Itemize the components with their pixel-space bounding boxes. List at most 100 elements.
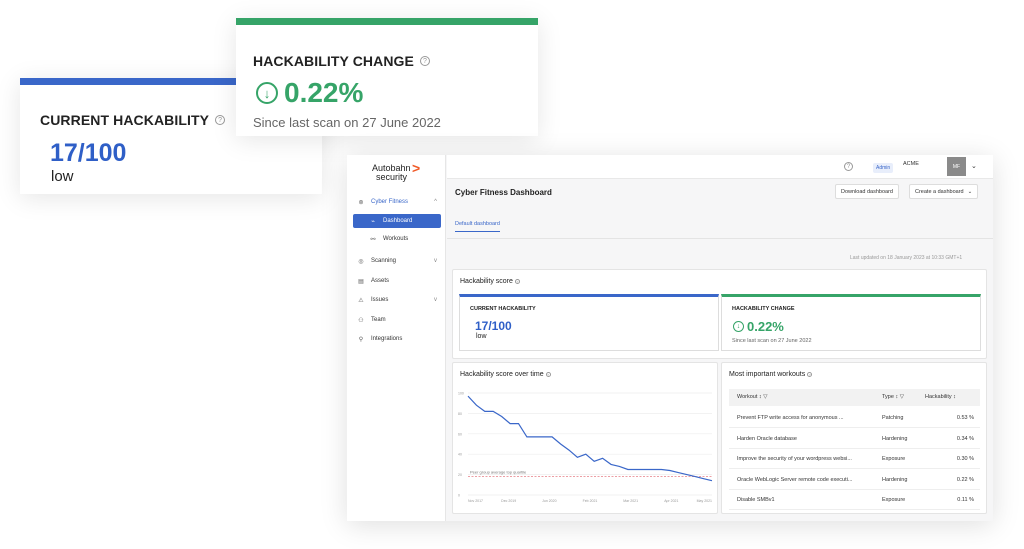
type-cell: Hardening <box>882 476 908 483</box>
hackability-score-title: Hackability score ? <box>460 278 520 285</box>
workout-cell: Disable SMBv1 <box>737 497 775 503</box>
table-row[interactable]: Disable SMBv1 Exposure 0.11 % <box>729 490 980 510</box>
column-label: Hackability <box>925 394 952 400</box>
current-hackability-title: CURRENT HACKABILITY <box>470 306 536 312</box>
current-hackability-level: low <box>476 333 487 340</box>
tabs-divider <box>447 238 993 239</box>
help-icon[interactable]: ? <box>807 372 813 377</box>
type-cell: Exposure <box>882 497 906 503</box>
hackability-cell: 0.34 % <box>956 435 974 442</box>
type-cell: Patching <box>882 415 904 421</box>
hackability-cell: 0.30 % <box>956 456 974 462</box>
sidebar-item-cyber-fitness[interactable]: ⊚ Cyber Fitness ^ <box>353 195 441 209</box>
sidebar-item-scanning[interactable]: ◎ Scanning v <box>353 254 441 268</box>
hackability-change-title: HACKABILITY CHANGE ? <box>253 53 430 69</box>
hackability-cell: 0.53 % <box>956 415 974 421</box>
download-dashboard-button[interactable]: Download dashboard <box>835 184 899 199</box>
top-bar: ? Admin ACME MF ⌄ <box>447 155 993 179</box>
scan-icon: ◎ <box>358 258 364 265</box>
sidebar-item-assets[interactable]: ▤ Assets <box>353 274 441 288</box>
arrow-down-circle-icon: ↓ <box>256 82 278 104</box>
team-icon: ⚇ <box>358 317 364 324</box>
chart-icon: ⌁ <box>371 218 375 225</box>
hackability-score-panel: Hackability score ? CURRENT HACKABILITY … <box>452 269 987 359</box>
x-tick-label: Feb 2021 <box>583 499 598 503</box>
help-icon[interactable]: ? <box>215 115 226 125</box>
sidebar-item-dashboard[interactable]: ⌁ Dashboard <box>353 214 441 228</box>
hackability-line-chart: 100 80 60 40 20 0 Peer group average top quart… <box>458 392 713 503</box>
sidebar-item-label: Issues <box>371 297 389 303</box>
sidebar: Autobahn security > ⊚ Cyber Fitness ^ ⌁ … <box>347 155 446 521</box>
current-hackability-title: CURRENT HACKABILITY ? <box>40 112 226 128</box>
create-dashboard-button[interactable]: Create a dashboard ⌄ <box>909 184 979 199</box>
sidebar-item-label: Assets <box>371 278 390 284</box>
dashboard-app-window: Autobahn security > ⊚ Cyber Fitness ^ ⌁ … <box>347 155 993 521</box>
logo-arrow-icon: > <box>412 160 421 176</box>
sort-filter-icon[interactable]: ↕ ▽ <box>759 394 768 400</box>
help-icon[interactable]: ? <box>545 372 551 377</box>
assets-icon: ▤ <box>358 278 364 285</box>
table-row[interactable]: Prevent FTP write access for anonymous .… <box>729 408 980 428</box>
integrations-icon: ⚲ <box>358 336 364 343</box>
column-header-type[interactable]: Type ↕ ▽ <box>882 394 904 400</box>
column-header-workout[interactable]: Workout ↕ ▽ <box>737 394 767 400</box>
type-cell: Exposure <box>882 456 906 462</box>
table-row[interactable]: Harden Oracle database Hardening 0.34 % <box>729 429 980 449</box>
x-tick-label: May 2021 <box>697 499 712 503</box>
column-header-hackability[interactable]: Hackability ↕ <box>925 394 956 400</box>
x-tick-label: Apr 2021 <box>664 499 678 503</box>
issues-icon: ⚠ <box>358 297 364 304</box>
sidebar-item-team[interactable]: ⚇ Team <box>353 313 441 327</box>
column-label: Workout <box>737 394 758 400</box>
most-important-workouts-title: Most important workouts ? <box>729 371 813 378</box>
current-hackability-score: 17/100 <box>475 319 512 333</box>
y-tick-label: 0 <box>458 494 460 498</box>
x-tick-label: Dec 2019 <box>501 499 516 503</box>
table-row[interactable]: Oracle WebLogic Server remote code execu… <box>729 470 980 490</box>
avatar[interactable]: MF <box>947 157 966 176</box>
help-icon[interactable]: ? <box>514 279 520 284</box>
workouts-icon: ⚯ <box>370 236 376 243</box>
chevron-down-icon: v <box>434 258 437 264</box>
reference-line-label: Peer group average top quartile <box>470 470 527 475</box>
y-tick-label: 20 <box>458 473 462 477</box>
current-hackability-level: low <box>51 168 74 185</box>
logo-text-line-2: security <box>376 172 408 182</box>
hackability-change-value: 0.22% <box>284 77 364 108</box>
x-tick-label: Jun 2020 <box>542 499 556 503</box>
sidebar-item-label: Dashboard <box>383 218 413 224</box>
sidebar-item-integrations[interactable]: ⚲ Integrations <box>353 332 441 346</box>
since-last-scan-text: Since last scan on 27 June 2022 <box>732 338 812 344</box>
table-row[interactable]: Improve the security of your wordpress w… <box>729 449 980 469</box>
current-hackability-score: 17/100 <box>50 139 127 167</box>
button-label: Create a dashboard <box>915 188 964 195</box>
column-label: Type <box>882 394 894 400</box>
help-icon[interactable]: ? <box>844 162 853 171</box>
help-icon[interactable]: ? <box>420 56 430 66</box>
sidebar-item-issues[interactable]: ⚠ Issues v <box>353 293 441 307</box>
sort-icon[interactable]: ↕ <box>953 394 956 400</box>
organization-name: ACME <box>903 161 919 167</box>
workout-cell: Oracle WebLogic Server remote code execu… <box>737 476 853 483</box>
x-tick-label: Nov 2017 <box>468 499 483 503</box>
tab-default-dashboard[interactable]: Default dashboard <box>455 221 500 232</box>
sidebar-item-label: Cyber Fitness <box>371 199 409 205</box>
panel-title-text: Most important workouts <box>729 371 806 378</box>
sort-filter-icon[interactable]: ↕ ▽ <box>895 394 904 400</box>
last-updated-text: Last updated on 18 January 2023 at 10:33… <box>850 255 963 261</box>
binoculars-icon: ⊚ <box>358 199 364 206</box>
type-cell: Hardening <box>882 435 908 442</box>
button-label: Download dashboard <box>841 188 893 195</box>
y-tick-label: 40 <box>458 453 462 457</box>
sidebar-item-label: Team <box>371 317 386 323</box>
sidebar-item-label: Scanning <box>371 258 397 264</box>
workouts-table-header: Workout ↕ ▽ Type ↕ ▽ Hackability ↕ <box>729 389 980 406</box>
workout-cell: Prevent FTP write access for anonymous .… <box>737 415 844 421</box>
chevron-down-icon[interactable]: ⌄ <box>971 162 977 170</box>
sidebar-item-label: Workouts <box>383 236 409 242</box>
logo[interactable]: Autobahn security <box>372 164 432 182</box>
y-tick-label: 60 <box>458 432 462 436</box>
hackability-cell: 0.11 % <box>957 497 974 503</box>
y-tick-label: 100 <box>458 392 464 396</box>
sidebar-item-workouts[interactable]: ⚯ Workouts <box>353 232 441 246</box>
